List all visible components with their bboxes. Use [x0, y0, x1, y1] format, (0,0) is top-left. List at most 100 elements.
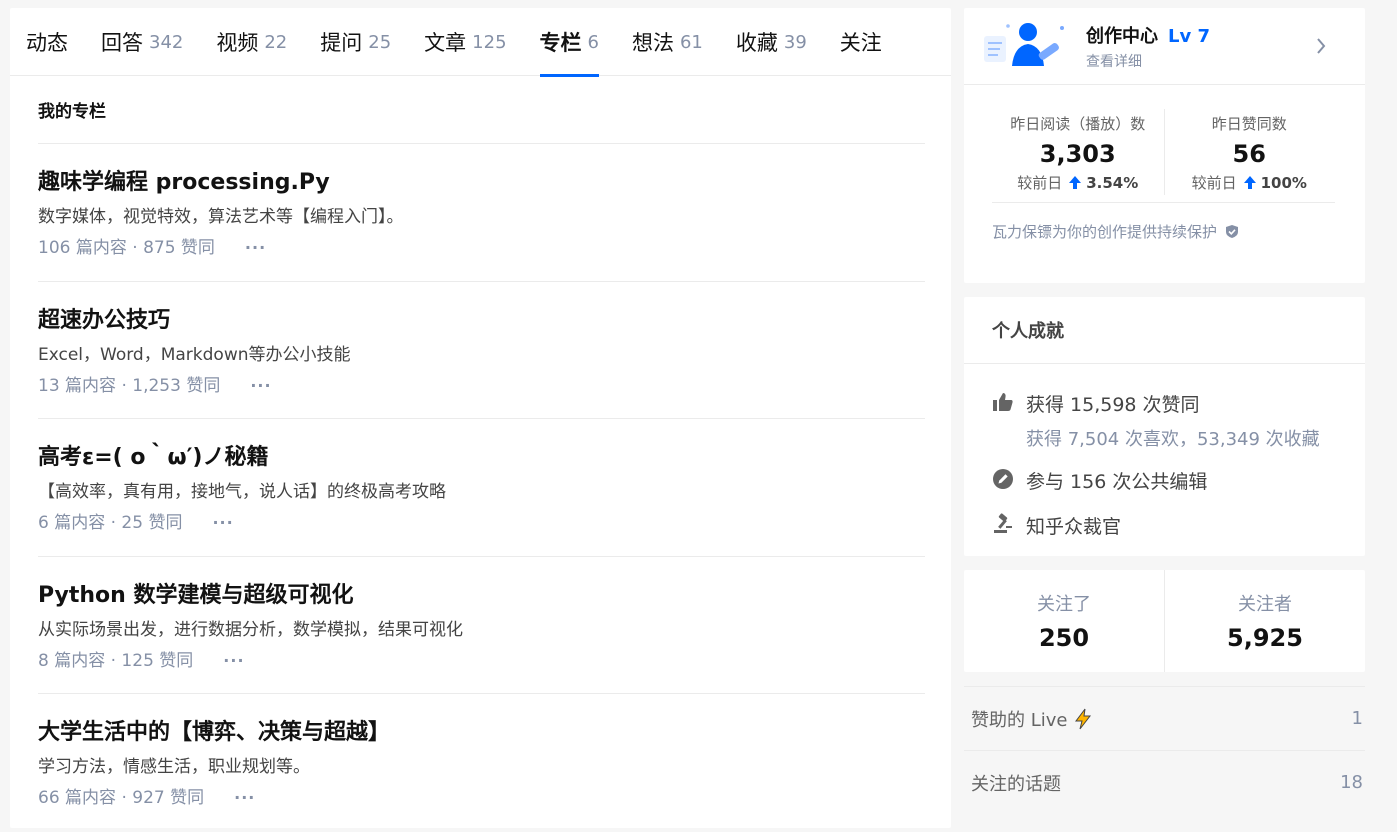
column-description: 从实际场景出发，进行数据分析，数学模拟，结果可视化 — [38, 619, 463, 640]
tab-count: 22 — [264, 31, 288, 53]
stat-compare-label: 较前日 — [1191, 174, 1237, 192]
following-label: 关注了 — [1037, 594, 1091, 615]
stat-label: 昨日阅读（播放）数 — [1010, 115, 1146, 133]
profile-main-card: 动态 回答 342 视频 22 提问 25 文章 125 专栏 6 想法 61 收藏 39 关… — [10, 8, 951, 828]
more-icon[interactable]: ··· — [250, 372, 271, 400]
achievement-edits-text: 参与 156 次公共编辑 — [1026, 471, 1208, 493]
more-icon[interactable]: ··· — [223, 647, 244, 675]
achievement-edits: 参与 156 次公共编辑 — [964, 467, 1365, 494]
column-title[interactable]: 大学生活中的【博弈、决策与超越】 — [38, 716, 925, 749]
column-meta: 13 篇内容 · 1,253 赞同 ··· — [38, 372, 925, 400]
followers-value: 5,925 — [1227, 624, 1303, 652]
tab-label: 关注 — [839, 31, 882, 55]
arrow-up-icon — [1069, 176, 1082, 189]
column-stats: 8 篇内容 · 125 赞同 — [38, 650, 194, 671]
column-meta: 6 篇内容 · 25 赞同 ··· — [38, 509, 925, 537]
arrow-up-icon — [1243, 176, 1256, 189]
tab-count: 61 — [679, 31, 703, 53]
list-item: 超速办公技巧 Excel，Word，Markdown等办公小技能 13 篇内容 … — [38, 282, 925, 419]
column-stats: 66 篇内容 · 927 赞同 — [38, 788, 205, 808]
creator-title: 创作中心 — [1086, 25, 1158, 47]
gavel-icon — [994, 513, 1012, 533]
stat-value: 3,303 — [1039, 140, 1116, 168]
side-link-count: 18 — [1340, 772, 1363, 793]
tab-label: 专栏 — [539, 31, 582, 55]
column-meta: 106 篇内容 · 875 赞同 ··· — [38, 234, 925, 262]
column-title[interactable]: 高考ε=( o｀ω′)ノ秘籍 — [38, 441, 925, 474]
tab-answers[interactable]: 回答 342 — [101, 8, 183, 76]
more-icon[interactable]: ··· — [245, 234, 266, 262]
follow-card: 关注了 250 关注者 5,925 — [964, 570, 1365, 672]
achievements-card: 个人成就 获得 15,598 次赞同 获得 7,504 次喜欢，53,349 次… — [964, 297, 1365, 556]
stat-change: 较前日 3.54% — [992, 172, 1164, 193]
tab-following[interactable]: 关注 — [840, 8, 882, 76]
stat-compare-label: 较前日 — [1017, 174, 1063, 192]
achievements-title: 个人成就 — [964, 297, 1365, 364]
creator-subtitle: 查看详细 — [1086, 53, 1142, 70]
section-title: 我的专栏 — [38, 76, 925, 144]
column-title[interactable]: Python 数学建模与超级可视化 — [38, 579, 925, 612]
side-link-topics[interactable]: 关注的话题 18 — [964, 750, 1365, 814]
tab-label: 收藏 — [735, 31, 778, 55]
followers-count[interactable]: 关注者 5,925 — [1164, 570, 1365, 672]
tab-label: 提问 — [320, 31, 363, 55]
column-meta: 66 篇内容 · 927 赞同 ··· — [38, 784, 925, 812]
column-meta: 8 篇内容 · 125 赞同 ··· — [38, 647, 925, 675]
edit-circle-icon — [993, 469, 1013, 489]
column-description: 【高效率，真有用，接地气，说人话】的终极高考攻略 — [38, 482, 446, 502]
list-item: Python 数学建模与超级可视化 从实际场景出发，进行数据分析，数学模拟，结果… — [38, 557, 925, 694]
tab-activity[interactable]: 动态 — [26, 8, 68, 76]
more-icon[interactable]: ··· — [212, 509, 233, 537]
list-item: 高考ε=( o｀ω′)ノ秘籍 【高效率，真有用，接地气，说人话】的终极高考攻略 … — [38, 419, 925, 557]
stat-change-value: 100% — [1260, 173, 1307, 192]
thumbs-up-icon — [993, 393, 1013, 411]
side-link-count: 1 — [1351, 708, 1363, 729]
tab-count: 39 — [783, 31, 807, 53]
tab-articles[interactable]: 文章 125 — [424, 8, 506, 76]
column-description: 学习方法，情感生活，职业规划等。 — [38, 757, 310, 777]
tab-label: 文章 — [424, 31, 467, 55]
achievement-judge-text: 知乎众裁官 — [1026, 516, 1122, 538]
creator-stats: 昨日阅读（播放）数 3,303 较前日 3.54% 昨日赞同数 56 较前日 1… — [992, 109, 1336, 203]
profile-tabs: 动态 回答 342 视频 22 提问 25 文章 125 专栏 6 想法 61 收藏 39 关… — [10, 8, 951, 77]
creator-illustration-icon — [984, 23, 1064, 66]
creator-center-header[interactable]: 创作中心 Lv 7 查看详细 — [964, 8, 1365, 85]
column-title[interactable]: 超速办公技巧 — [38, 304, 925, 337]
tab-label: 想法 — [631, 31, 674, 55]
tab-count: 25 — [368, 31, 392, 53]
stat-change: 较前日 100% — [1164, 172, 1336, 193]
chevron-right-icon[interactable] — [1315, 36, 1327, 56]
list-item: 大学生活中的【博弈、决策与超越】 学习方法，情感生活，职业规划等。 66 篇内容… — [38, 694, 925, 832]
column-list: 趣味学编程 processing.Py 数字媒体，视觉特效，算法艺术等【编程入门… — [38, 144, 925, 832]
tab-questions[interactable]: 提问 25 — [320, 8, 391, 76]
side-links: 赞助的 Live 1 关注的话题 18 — [964, 686, 1365, 814]
column-description: Excel，Word，Markdown等办公小技能 — [38, 344, 351, 365]
achievement-judge[interactable]: 知乎众裁官 — [964, 512, 1365, 539]
achievement-likes: 获得 15,598 次赞同 — [964, 390, 1365, 417]
tab-label: 视频 — [216, 31, 259, 55]
tab-columns[interactable]: 专栏 6 — [539, 8, 600, 77]
column-description: 数字媒体，视觉特效，算法艺术等【编程入门】。 — [38, 207, 404, 227]
column-stats: 106 篇内容 · 875 赞同 — [38, 238, 215, 258]
protection-note: 瓦力保镖为你的创作提供持续保护 — [992, 221, 1365, 242]
achievement-likes-text: 获得 15,598 次赞同 — [1026, 394, 1200, 416]
creator-level-badge: Lv 7 — [1168, 25, 1210, 47]
more-icon[interactable]: ··· — [234, 784, 255, 812]
stat-reads: 昨日阅读（播放）数 3,303 较前日 3.54% — [992, 113, 1164, 202]
column-title[interactable]: 趣味学编程 processing.Py — [38, 166, 925, 199]
side-link-label: 关注的话题 — [971, 773, 1061, 795]
tab-videos[interactable]: 视频 22 — [216, 8, 287, 76]
tab-thoughts[interactable]: 想法 61 — [632, 8, 703, 76]
stat-value: 56 — [1232, 140, 1266, 168]
achievement-likes-sub: 获得 7,504 次喜欢，53,349 次收藏 — [1026, 429, 1320, 450]
tab-collections[interactable]: 收藏 39 — [736, 8, 807, 76]
tab-label: 动态 — [26, 31, 68, 55]
side-link-live[interactable]: 赞助的 Live 1 — [964, 686, 1365, 750]
creator-title-row: 创作中心 Lv 7 — [1086, 22, 1210, 48]
following-value: 250 — [1038, 624, 1090, 652]
side-link-label: 赞助的 Live — [971, 709, 1068, 731]
stat-label: 昨日赞同数 — [1211, 115, 1287, 133]
column-stats: 13 篇内容 · 1,253 赞同 — [38, 375, 221, 396]
following-count[interactable]: 关注了 250 — [964, 570, 1164, 672]
protection-text: 瓦力保镖为你的创作提供持续保护 — [992, 223, 1218, 241]
